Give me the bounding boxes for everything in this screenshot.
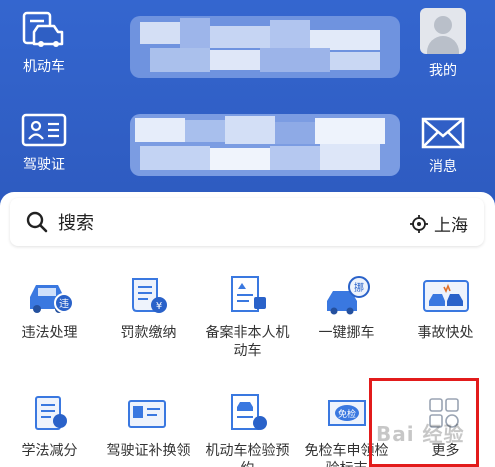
envelope-icon [421,117,465,149]
location-selector[interactable]: 上海 [410,211,468,236]
id-card-icon [21,113,67,147]
register-vehicle-icon [220,272,276,318]
avatar [420,8,466,54]
svg-text:违: 违 [59,298,69,310]
header-banner: 机动车 我的 驾驶证 消息 [0,0,495,200]
service-label: 学法减分 [21,443,78,459]
license-info-redacted [130,114,400,176]
svg-text:挪: 挪 [354,281,364,294]
header-row-vehicle: 机动车 我的 [0,0,495,92]
exempt-sticker-icon: 免检 [319,390,375,436]
service-label: 事故快处 [417,325,474,341]
location-label: 上海 [434,216,468,236]
study-icon [22,390,78,436]
message-label: 消息 [429,159,457,175]
license-replace-icon [121,390,177,436]
service-inspection-booking[interactable]: 机动车检验预约 [198,390,297,467]
inspection-booking-icon [220,390,276,436]
vehicle-icon [22,11,64,47]
search-placeholder: 搜索 [58,213,94,234]
svg-text:免检: 免检 [337,408,355,420]
svg-text:¥: ¥ [155,301,161,312]
vehicle-label: 机动车 [23,59,65,75]
search-bar[interactable]: 搜索 上海 [10,198,484,246]
license-entry[interactable]: 驾驶证 [20,112,68,174]
fine-receipt-icon: ¥ [121,272,177,318]
message-entry[interactable]: 消息 [420,116,466,176]
service-study[interactable]: 学法减分 [0,390,99,460]
service-label: 违法处理 [21,325,78,341]
vehicle-entry[interactable]: 机动车 [20,10,68,76]
accident-icon [418,272,474,318]
service-license-replace[interactable]: 驾驶证补换领 [99,390,198,460]
service-label: 一键挪车 [318,325,375,341]
vehicle-info-redacted [130,16,400,78]
service-move-car[interactable]: 挪 一键挪车 [297,272,396,342]
mine-label: 我的 [429,63,457,79]
service-label: 罚款缴纳 [120,325,177,341]
service-register-vehicle[interactable]: 备案非本人机动车 [198,272,297,360]
location-target-icon [410,214,428,233]
mine-entry[interactable]: 我的 [420,8,466,80]
service-accident[interactable]: 事故快处 [396,272,495,342]
service-label: 备案非本人机动车 [205,325,290,359]
header-row-license: 驾驶证 消息 [0,100,495,192]
service-fine[interactable]: ¥ 罚款缴纳 [99,272,198,342]
service-violation[interactable]: 违 违法处理 [0,272,99,342]
service-label: 驾驶证补换领 [106,443,191,459]
watermark: Bai 经验 [376,422,465,446]
license-label: 驾驶证 [23,157,65,173]
service-label: 机动车检验预约 [205,443,290,467]
search-icon [26,211,48,233]
move-car-icon: 挪 [319,272,375,318]
car-violation-icon: 违 [22,272,78,318]
